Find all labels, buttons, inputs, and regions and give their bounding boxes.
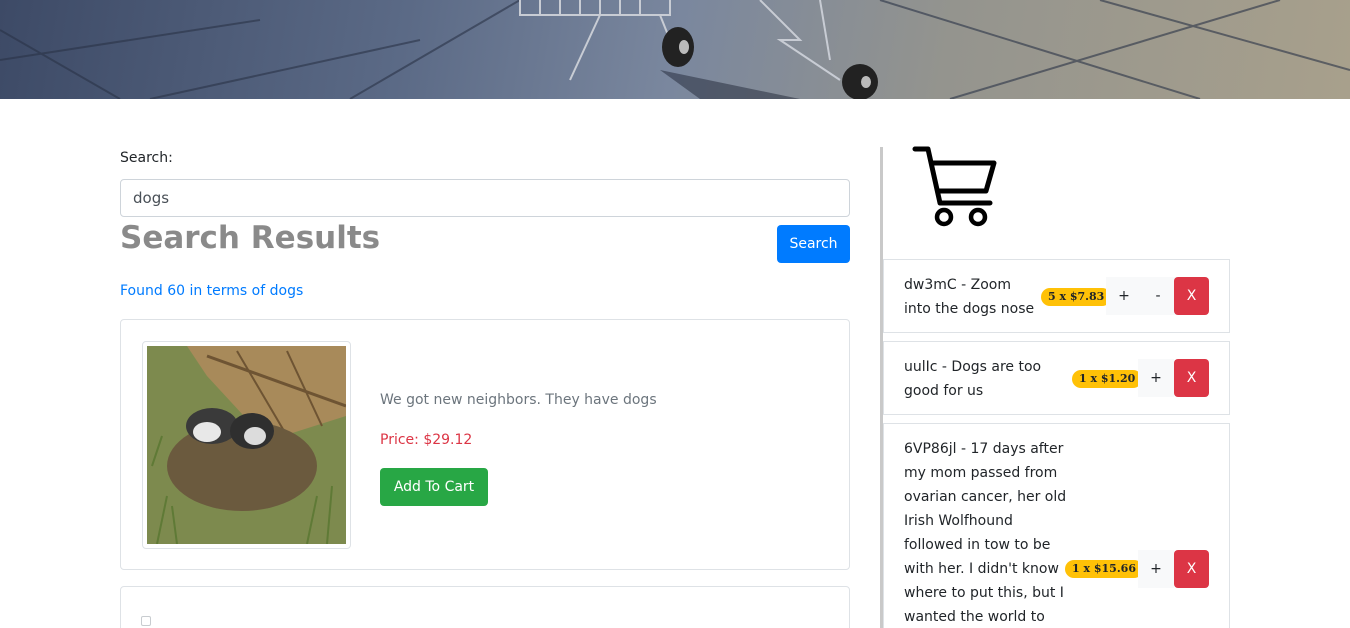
remove-item-button[interactable]: X — [1174, 277, 1209, 315]
result-description: We got new neighbors. They have dogs — [380, 392, 657, 408]
remove-item-button[interactable]: X — [1174, 359, 1209, 397]
quantity-badge: 1 x $1.20 — [1072, 370, 1143, 388]
result-thumbnail — [142, 341, 351, 549]
cart-item-title: dw3mC - Zoom into the dogs nose — [904, 277, 1035, 317]
search-results-heading: Search Results — [120, 220, 381, 256]
search-button[interactable]: Search — [777, 225, 850, 263]
quantity-badge: 5 x $7.83 — [1041, 288, 1112, 306]
search-input[interactable] — [120, 179, 850, 217]
results-count-text: Found 60 in terms of dogs — [120, 283, 304, 299]
cart-item: uulIc - Dogs are too good for us 1 x $1.… — [883, 341, 1230, 415]
increase-quantity-button[interactable]: + — [1138, 359, 1174, 397]
search-label: Search: — [120, 150, 173, 166]
increase-quantity-button[interactable]: + — [1138, 550, 1174, 588]
cart-item-title: 6VP86jl - 17 days after my mom passed fr… — [904, 441, 1067, 625]
shopping-cart-icon — [912, 145, 998, 233]
result-card: We got new neighbors. They have dogs Pri… — [120, 319, 850, 570]
decrease-quantity-button[interactable]: - — [1140, 277, 1176, 315]
add-to-cart-button[interactable]: Add To Cart — [380, 468, 488, 506]
increase-quantity-button[interactable]: + — [1106, 277, 1142, 315]
result-card — [120, 586, 850, 628]
cart-item: dw3mC - Zoom into the dogs nose 5 x $7.8… — [883, 259, 1230, 333]
cart-item: 6VP86jl - 17 days after my mom passed fr… — [883, 423, 1230, 628]
banner-image — [0, 0, 1350, 99]
cart-item-title: uulIc - Dogs are too good for us — [904, 359, 1042, 399]
quantity-badge: 1 x $15.66 — [1065, 560, 1143, 578]
checkbox-icon[interactable] — [141, 616, 151, 626]
result-price: Price: $29.12 — [380, 432, 473, 448]
remove-item-button[interactable]: X — [1174, 550, 1209, 588]
